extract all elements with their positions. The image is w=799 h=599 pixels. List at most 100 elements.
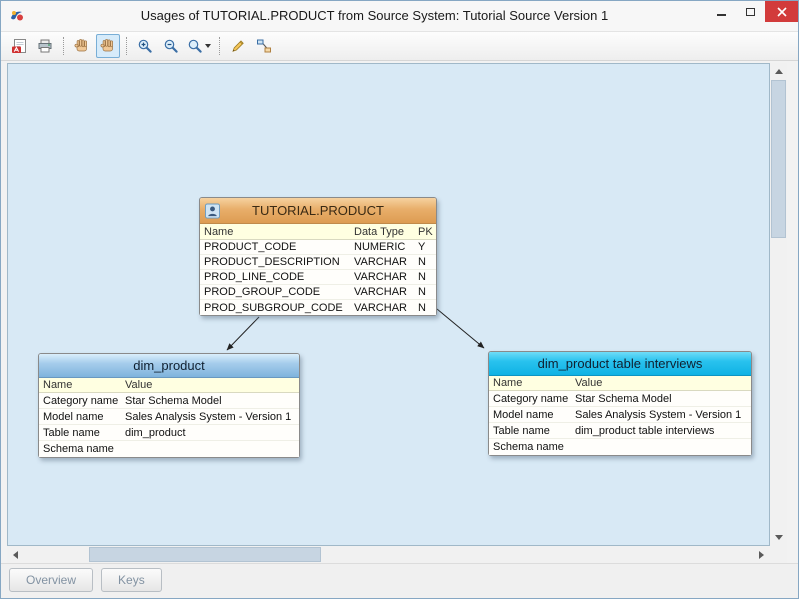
data-type-cell: VARCHAR xyxy=(350,256,414,268)
table-row[interactable]: Model name Sales Analysis System - Versi… xyxy=(39,409,299,425)
zoom-icon xyxy=(187,38,203,54)
property-value-cell: Star Schema Model xyxy=(571,393,751,405)
column-header-row: Name Value xyxy=(489,376,751,391)
export-image-button[interactable] xyxy=(7,34,31,58)
property-value-cell: dim_product xyxy=(121,427,299,439)
pan-button[interactable] xyxy=(70,34,94,58)
column-header: Name xyxy=(39,379,121,391)
zoom-in-button[interactable] xyxy=(133,34,157,58)
property-name-cell: Model name xyxy=(39,411,121,423)
app-window: Usages of TUTORIAL.PRODUCT from Source S… xyxy=(0,0,799,599)
column-header-row: Name Data Type PK xyxy=(200,224,436,240)
toolbar xyxy=(1,31,798,61)
table-row[interactable]: PROD_LINE_CODE VARCHAR N xyxy=(200,270,436,285)
entity-tutorial-product[interactable]: TUTORIAL.PRODUCT Name Data Type PK PRODU… xyxy=(199,197,437,316)
window-title: Usages of TUTORIAL.PRODUCT from Source S… xyxy=(61,1,688,31)
scroll-right-button[interactable] xyxy=(753,546,770,563)
column-name-cell: PROD_GROUP_CODE xyxy=(200,286,350,298)
toolbar-separator xyxy=(219,37,220,55)
column-name-cell: PROD_LINE_CODE xyxy=(200,271,350,283)
pk-cell: N xyxy=(414,256,436,268)
table-row[interactable]: Schema name xyxy=(39,441,299,457)
property-value-cell: Sales Analysis System - Version 1 xyxy=(571,409,751,421)
entity-title: TUTORIAL.PRODUCT xyxy=(252,203,384,218)
bottom-tabbar: Overview Keys xyxy=(1,563,798,598)
data-type-cell: NUMERIC xyxy=(350,241,414,253)
table-row[interactable]: Schema name xyxy=(489,439,751,455)
scroll-up-button[interactable] xyxy=(770,63,787,80)
minimize-button[interactable] xyxy=(707,1,736,22)
chevron-down-icon xyxy=(205,44,211,48)
arrow-right-icon xyxy=(759,551,764,559)
property-name-cell: Category name xyxy=(489,393,571,405)
arrow-left-icon xyxy=(13,551,18,559)
zoom-in-icon xyxy=(137,38,153,54)
entity-header[interactable]: TUTORIAL.PRODUCT xyxy=(200,198,436,224)
pencil-icon xyxy=(230,38,246,54)
main-area: TUTORIAL.PRODUCT Name Data Type PK PRODU… xyxy=(7,63,787,563)
close-button[interactable] xyxy=(765,1,798,22)
person-icon xyxy=(205,203,220,218)
pk-cell: N xyxy=(414,271,436,283)
table-row[interactable]: Category name Star Schema Model xyxy=(39,393,299,409)
column-header: Value xyxy=(121,379,299,391)
data-type-cell: VARCHAR xyxy=(350,271,414,283)
table-row[interactable]: Model name Sales Analysis System - Versi… xyxy=(489,407,751,423)
window-controls xyxy=(707,1,798,22)
pan-hand-icon xyxy=(74,38,90,54)
data-type-cell: VARCHAR xyxy=(350,286,414,298)
table-row[interactable]: Table name dim_product table interviews xyxy=(489,423,751,439)
column-name-cell: PRODUCT_DESCRIPTION xyxy=(200,256,350,268)
pk-cell: Y xyxy=(414,241,436,253)
table-row[interactable]: Category name Star Schema Model xyxy=(489,391,751,407)
property-name-cell: Table name xyxy=(39,427,121,439)
print-button[interactable] xyxy=(33,34,57,58)
column-header: Value xyxy=(571,377,751,389)
property-value-cell: Star Schema Model xyxy=(121,395,299,407)
tab-keys[interactable]: Keys xyxy=(101,568,162,592)
zoom-dropdown-button[interactable] xyxy=(184,34,214,58)
toolbar-separator xyxy=(63,37,64,55)
relation-icon xyxy=(256,38,272,54)
zoom-out-icon xyxy=(163,38,179,54)
table-row[interactable]: PROD_GROUP_CODE VARCHAR N xyxy=(200,285,436,300)
pan-selected-button[interactable] xyxy=(96,34,120,58)
new-relation-button[interactable] xyxy=(252,34,276,58)
column-name-cell: PRODUCT_CODE xyxy=(200,241,350,253)
scroll-left-button[interactable] xyxy=(7,546,24,563)
table-row[interactable]: PRODUCT_DESCRIPTION VARCHAR N xyxy=(200,255,436,270)
entity-dim-product-interviews[interactable]: dim_product table interviews Name Value … xyxy=(488,351,752,456)
entity-header[interactable]: dim_product table interviews xyxy=(489,352,751,376)
zoom-out-button[interactable] xyxy=(159,34,183,58)
horizontal-scrollbar xyxy=(7,546,770,563)
print-icon xyxy=(37,38,53,54)
pan-selected-hand-icon xyxy=(100,38,116,54)
table-row[interactable]: Table name dim_product xyxy=(39,425,299,441)
table-row[interactable]: PRODUCT_CODE NUMERIC Y xyxy=(200,240,436,255)
diagram-canvas[interactable]: TUTORIAL.PRODUCT Name Data Type PK PRODU… xyxy=(7,63,770,546)
vertical-scrollbar xyxy=(770,63,787,546)
property-name-cell: Table name xyxy=(489,425,571,437)
table-row[interactable]: PROD_SUBGROUP_CODE VARCHAR N xyxy=(200,300,436,315)
data-type-cell: VARCHAR xyxy=(350,302,414,314)
property-name-cell: Schema name xyxy=(39,443,121,455)
maximize-button[interactable] xyxy=(736,1,765,22)
property-name-cell: Category name xyxy=(39,395,121,407)
entity-title: dim_product xyxy=(133,358,205,373)
tab-overview[interactable]: Overview xyxy=(9,568,93,592)
vertical-scrollbar-thumb[interactable] xyxy=(771,80,786,238)
property-name-cell: Schema name xyxy=(489,441,571,453)
property-value-cell: dim_product table interviews xyxy=(571,425,751,437)
scroll-down-button[interactable] xyxy=(770,529,787,546)
minimize-icon xyxy=(717,14,726,16)
pk-cell: N xyxy=(414,302,436,314)
entity-header[interactable]: dim_product xyxy=(39,354,299,378)
entity-title: dim_product table interviews xyxy=(538,356,703,371)
horizontal-scrollbar-thumb[interactable] xyxy=(89,547,321,562)
column-header: Data Type xyxy=(350,226,414,238)
arrow-up-icon xyxy=(775,69,783,74)
titlebar[interactable]: Usages of TUTORIAL.PRODUCT from Source S… xyxy=(1,1,798,31)
entity-dim-product[interactable]: dim_product Name Value Category name Sta… xyxy=(38,353,300,458)
column-name-cell: PROD_SUBGROUP_CODE xyxy=(200,302,350,314)
edit-button[interactable] xyxy=(226,34,250,58)
